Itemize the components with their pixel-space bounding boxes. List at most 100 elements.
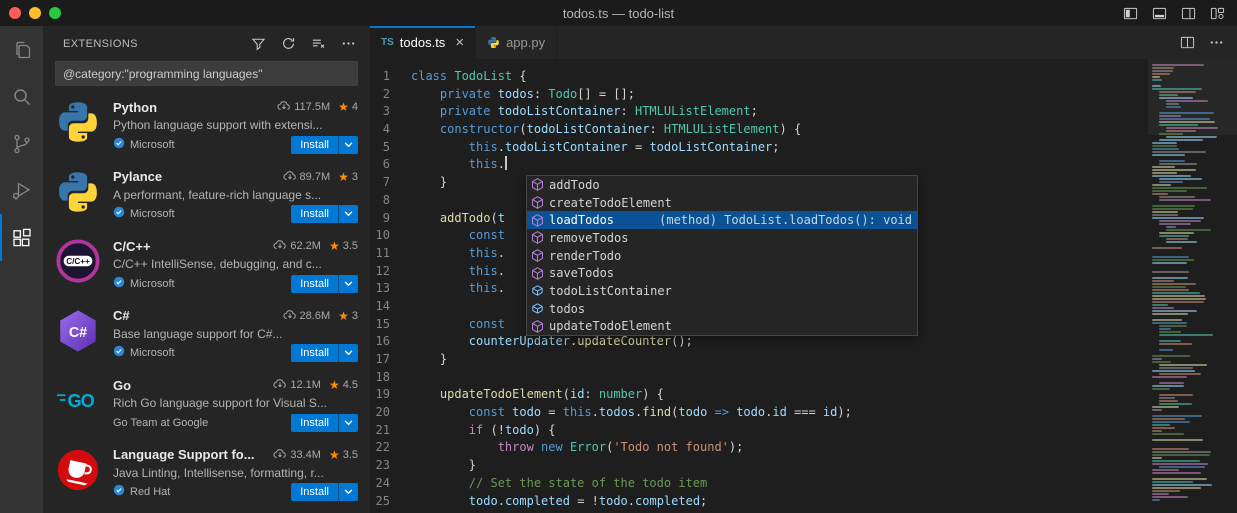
code-line[interactable]: 19 updateTodoElement(id: number) {: [370, 386, 1148, 404]
suggest-item-removeTodos[interactable]: removeTodos: [527, 229, 917, 247]
more-actions-icon[interactable]: [1209, 35, 1224, 50]
minimap[interactable]: [1148, 59, 1237, 513]
minimap-line: [1159, 343, 1192, 345]
install-button[interactable]: Install: [291, 414, 358, 432]
csharp-extension-icon: C#: [55, 308, 101, 354]
extension-name: Go: [113, 378, 131, 393]
suggest-item-updateTodoElement[interactable]: updateTodoElement: [527, 318, 917, 336]
clear-extension-search-icon[interactable]: [311, 36, 326, 51]
suggest-item-loadTodos[interactable]: loadTodos(method) TodoList.loadTodos(): …: [527, 211, 917, 229]
filter-icon[interactable]: [251, 36, 266, 51]
minimap-line: [1159, 97, 1193, 99]
install-button-label[interactable]: Install: [291, 136, 338, 154]
code-line[interactable]: 6 this.: [370, 156, 1148, 174]
toggle-panel-icon[interactable]: [1152, 6, 1167, 21]
code-line[interactable]: 4 constructor(todoListContainer: HTMLULi…: [370, 121, 1148, 139]
minimap-line: [1159, 373, 1201, 375]
minimap-line: [1159, 349, 1173, 351]
symbol-field-icon: [530, 301, 545, 316]
tab-todos-ts[interactable]: TS todos.ts ×: [370, 26, 476, 59]
svg-text:GO: GO: [67, 391, 94, 411]
code-line[interactable]: 2 private todos: Todo[] = [];: [370, 86, 1148, 104]
suggest-item-saveTodos[interactable]: saveTodos: [527, 264, 917, 282]
symbol-method-icon: [530, 195, 545, 210]
verified-publisher-icon: [113, 275, 125, 293]
code-line[interactable]: 22 throw new Error('Todo not found');: [370, 439, 1148, 457]
minimize-window-button[interactable]: [29, 7, 41, 19]
activity-bar-extensions[interactable]: [0, 214, 43, 261]
close-tab-icon[interactable]: ×: [455, 35, 464, 50]
minimap-line: [1152, 430, 1162, 432]
extension-item[interactable]: Python117.5M★4Python language support wi…: [43, 92, 370, 162]
install-button[interactable]: Install: [291, 205, 358, 223]
install-button-label[interactable]: Install: [291, 344, 338, 362]
install-button-label[interactable]: Install: [291, 483, 338, 501]
extensions-search-input[interactable]: [56, 67, 357, 81]
suggest-item-todos[interactable]: todos: [527, 300, 917, 318]
code-line[interactable]: 18: [370, 369, 1148, 387]
zoom-window-button[interactable]: [49, 7, 61, 19]
close-window-button[interactable]: [9, 7, 21, 19]
extension-item[interactable]: GOGo12.1M★4.5Rich Go language support fo…: [43, 370, 370, 440]
install-options-chevron-icon[interactable]: [338, 344, 358, 362]
suggest-item-createTodoElement[interactable]: createTodoElement: [527, 194, 917, 212]
line-number: 1: [370, 68, 411, 86]
activity-bar-run-and-debug[interactable]: [0, 167, 43, 214]
code-line[interactable]: 17 }: [370, 351, 1148, 369]
minimap-line: [1152, 193, 1168, 195]
minimap-line: [1152, 427, 1175, 429]
extension-item[interactable]: Pylance89.7M★3A performant, feature-rich…: [43, 162, 370, 232]
code-line[interactable]: 3 private todoListContainer: HTMLUListEl…: [370, 103, 1148, 121]
minimap-line: [1159, 163, 1197, 165]
activity-bar-source-control[interactable]: [0, 120, 43, 167]
refresh-icon[interactable]: [281, 36, 296, 51]
install-button-label[interactable]: Install: [291, 275, 338, 293]
install-options-chevron-icon[interactable]: [338, 136, 358, 154]
install-options-chevron-icon[interactable]: [338, 483, 358, 501]
extension-item[interactable]: C#C#28.6M★3Base language support for C#.…: [43, 301, 370, 371]
install-options-chevron-icon[interactable]: [338, 275, 358, 293]
extensions-list: Python117.5M★4Python language support wi…: [43, 92, 370, 513]
code-line[interactable]: 24 // Set the state of the todo item: [370, 475, 1148, 493]
minimap-line: [1152, 289, 1189, 291]
code-line[interactable]: 23 }: [370, 457, 1148, 475]
install-button[interactable]: Install: [291, 275, 358, 293]
install-button[interactable]: Install: [291, 136, 358, 154]
toggle-primary-sidebar-icon[interactable]: [1123, 6, 1138, 21]
minimap-line: [1152, 451, 1211, 453]
symbol-method-icon: [530, 266, 545, 281]
minimap-line: [1159, 364, 1207, 366]
install-button-label[interactable]: Install: [291, 414, 338, 432]
code-line[interactable]: 20 const todo = this.todos.find(todo => …: [370, 404, 1148, 422]
activity-bar-explorer[interactable]: [0, 26, 43, 73]
code-line[interactable]: 5 this.todoListContainer = todoListConta…: [370, 139, 1148, 157]
split-editor-icon[interactable]: [1180, 35, 1195, 50]
minimap-line: [1152, 376, 1187, 378]
minimap-line: [1152, 319, 1182, 321]
minimap-line: [1152, 145, 1177, 147]
install-button-label[interactable]: Install: [291, 205, 338, 223]
install-options-chevron-icon[interactable]: [338, 414, 358, 432]
install-button[interactable]: Install: [291, 344, 358, 362]
extension-name: Pylance: [113, 169, 162, 184]
suggest-item-todoListContainer[interactable]: todoListContainer: [527, 282, 917, 300]
more-actions-icon[interactable]: [341, 36, 356, 51]
extension-item[interactable]: C/C++C/C++62.2M★3.5C/C++ IntelliSense, d…: [43, 231, 370, 301]
customize-layout-icon[interactable]: [1210, 6, 1225, 21]
tab-app-py[interactable]: app.py: [476, 26, 557, 59]
minimap-line: [1152, 172, 1177, 174]
install-button[interactable]: Install: [291, 483, 358, 501]
code-line[interactable]: 25 todo.completed = !todo.completed;: [370, 493, 1148, 511]
minimap-line: [1152, 277, 1188, 279]
install-options-chevron-icon[interactable]: [338, 205, 358, 223]
minimap-line: [1159, 124, 1198, 126]
code-line[interactable]: 21 if (!todo) {: [370, 422, 1148, 440]
minimap-line: [1152, 85, 1161, 87]
toggle-secondary-sidebar-icon[interactable]: [1181, 6, 1196, 21]
extension-item[interactable]: Language Support fo...33.4M★3.5Java Lint…: [43, 440, 370, 510]
suggest-item-addTodo[interactable]: addTodo: [527, 176, 917, 194]
suggest-item-renderTodo[interactable]: renderTodo: [527, 247, 917, 265]
activity-bar-search[interactable]: [0, 73, 43, 120]
minimap-line: [1152, 73, 1170, 75]
code-line[interactable]: 1class TodoList {: [370, 68, 1148, 86]
